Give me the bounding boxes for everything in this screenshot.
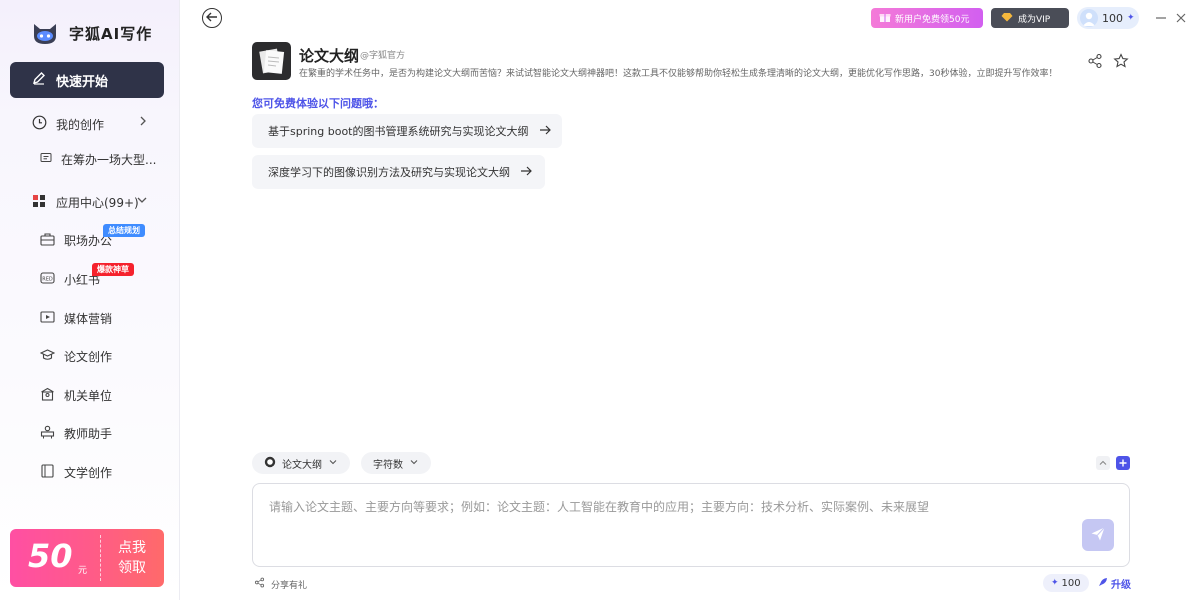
sidebar-item-app-center[interactable]: 应用中心(99+) xyxy=(32,194,147,211)
video-icon xyxy=(40,310,55,327)
app-label: 文学创作 xyxy=(64,466,113,480)
fox-logo-icon xyxy=(31,20,59,46)
suggestion-item[interactable]: 基于spring boot的图书管理系统研究与实现论文大纲 xyxy=(252,114,562,148)
collapse-button[interactable] xyxy=(1096,456,1110,470)
chevron-right-icon xyxy=(138,115,148,130)
sidebar-item-literature[interactable]: 文学创作 xyxy=(40,464,112,481)
promo-amount: 50 xyxy=(28,537,73,575)
app-label: 论文创作 xyxy=(64,350,113,364)
sparkle-icon: ✦ xyxy=(1051,578,1059,588)
become-vip-button[interactable]: 成为VIP xyxy=(991,8,1069,28)
book-icon xyxy=(40,464,55,481)
share-label: 分享有礼 xyxy=(271,580,308,591)
chevron-down-icon xyxy=(409,457,419,470)
xiaohongshu-icon: RED xyxy=(40,271,55,288)
sidebar-item-label: 我的创作 xyxy=(56,117,105,132)
diamond-icon xyxy=(1001,12,1013,25)
sidebar-item-thesis[interactable]: 论文创作 xyxy=(39,348,113,365)
add-button[interactable] xyxy=(1116,456,1130,470)
star-icon[interactable] xyxy=(1113,53,1129,69)
edit-icon xyxy=(32,71,46,89)
credits-balance: ✦ 100 xyxy=(1043,574,1089,592)
upgrade-button[interactable]: 升级 xyxy=(1098,576,1131,591)
send-icon xyxy=(1090,526,1106,545)
app-author: @字狐官方 xyxy=(360,51,406,61)
quick-start-button[interactable]: 快速开始 xyxy=(10,62,164,98)
mode-label: 论文大纲 xyxy=(282,459,322,471)
thesis-app-icon xyxy=(252,42,291,80)
credits-pill[interactable]: 100 ✦ xyxy=(1077,7,1139,29)
brand: 字狐AI写作 xyxy=(31,20,152,46)
briefcase-icon xyxy=(40,232,55,249)
sidebar-item-office[interactable]: 职场办公 总结规划 xyxy=(40,224,145,249)
building-icon xyxy=(40,387,55,404)
word-count-select[interactable]: 字符数 xyxy=(361,452,431,474)
teacher-icon xyxy=(40,425,55,442)
chevron-down-icon xyxy=(328,457,338,470)
sidebar: 字狐AI写作 快速开始 我的创作 在筹办一场大型... 应用中心(99+) 职场… xyxy=(0,0,180,600)
promo-cta-line1: 点我 xyxy=(118,540,146,556)
sidebar-item-label: 应用中心(99+) xyxy=(56,196,139,210)
app-window: 字狐AI写作 快速开始 我的创作 在筹办一场大型... 应用中心(99+) 职场… xyxy=(0,0,1200,600)
upgrade-label: 升级 xyxy=(1111,580,1131,591)
promo-cta-line2: 领取 xyxy=(118,560,146,576)
sparkle-icon: ✦ xyxy=(1127,13,1135,23)
new-user-label: 新用户免费领50元 xyxy=(895,14,970,25)
app-description: 在繁重的学术任务中，是否为构建论文大纲而苦恼？来试试智能论文大纲神器吧！这款工具… xyxy=(299,69,1058,79)
apps-grid-icon xyxy=(32,194,46,211)
prompt-input[interactable] xyxy=(269,498,1069,548)
back-button[interactable] xyxy=(202,8,222,28)
chevron-down-icon xyxy=(136,194,148,209)
promo-divider xyxy=(100,535,101,581)
clock-icon xyxy=(32,115,47,133)
promo-unit: 元 xyxy=(78,566,88,576)
mode-icon xyxy=(264,456,276,471)
suggestion-label: 基于spring boot的图书管理系统研究与实现论文大纲 xyxy=(268,125,529,138)
vip-label: 成为VIP xyxy=(1018,14,1051,25)
credits-balance-value: 100 xyxy=(1061,577,1081,589)
hot-badge: 爆款神草 xyxy=(92,263,134,276)
prompt-input-container xyxy=(252,483,1130,567)
word-count-label: 字符数 xyxy=(373,459,403,471)
close-icon[interactable] xyxy=(1175,12,1187,28)
share-icon xyxy=(254,577,265,591)
gift-icon xyxy=(879,11,891,26)
minimize-icon[interactable] xyxy=(1155,12,1167,28)
app-label: 机关单位 xyxy=(64,389,113,403)
suggestions-title: 您可免费体验以下问题哦： xyxy=(252,97,384,110)
credits-value: 100 xyxy=(1102,11,1123,25)
summary-badge: 总结规划 xyxy=(103,224,145,237)
recent-item-label: 在筹办一场大型... xyxy=(61,153,157,167)
svg-text:RED: RED xyxy=(42,277,53,283)
sidebar-item-recent[interactable]: 在筹办一场大型... xyxy=(40,151,156,168)
share-reward-link[interactable]: 分享有礼 xyxy=(254,577,307,591)
page-title: 论文大纲 xyxy=(299,47,360,65)
arrow-left-icon xyxy=(206,11,218,25)
app-label: 教师助手 xyxy=(64,427,113,441)
promo-coupon-banner[interactable]: 50 元 点我 领取 xyxy=(10,529,164,587)
app-label: 媒体营销 xyxy=(64,312,113,326)
sidebar-item-government[interactable]: 机关单位 xyxy=(40,387,112,404)
mode-select[interactable]: 论文大纲 xyxy=(252,452,350,474)
sidebar-item-media-marketing[interactable]: 媒体营销 xyxy=(40,310,112,327)
brand-name: 字狐AI写作 xyxy=(69,24,153,43)
quick-start-label: 快速开始 xyxy=(56,74,109,90)
avatar xyxy=(1080,9,1098,27)
arrow-right-icon xyxy=(539,125,551,138)
sidebar-item-teacher[interactable]: 教师助手 xyxy=(40,425,112,442)
sidebar-item-my-creations[interactable]: 我的创作 xyxy=(32,115,146,133)
chat-icon xyxy=(40,152,52,167)
rocket-icon xyxy=(1098,577,1108,590)
promo-cta: 点我 领取 xyxy=(112,538,152,578)
suggestion-label: 深度学习下的图像识别方法及研究与实现论文大纲 xyxy=(268,166,510,179)
graduation-cap-icon xyxy=(39,348,56,365)
arrow-right-icon xyxy=(520,166,532,179)
suggestion-item[interactable]: 深度学习下的图像识别方法及研究与实现论文大纲 xyxy=(252,155,545,189)
sidebar-item-xiaohongshu[interactable]: RED 小红书 爆款神草 xyxy=(40,263,134,288)
send-button[interactable] xyxy=(1082,519,1114,551)
new-user-gift-button[interactable]: 新用户免费领50元 xyxy=(871,8,983,28)
share-icon[interactable] xyxy=(1087,53,1103,69)
